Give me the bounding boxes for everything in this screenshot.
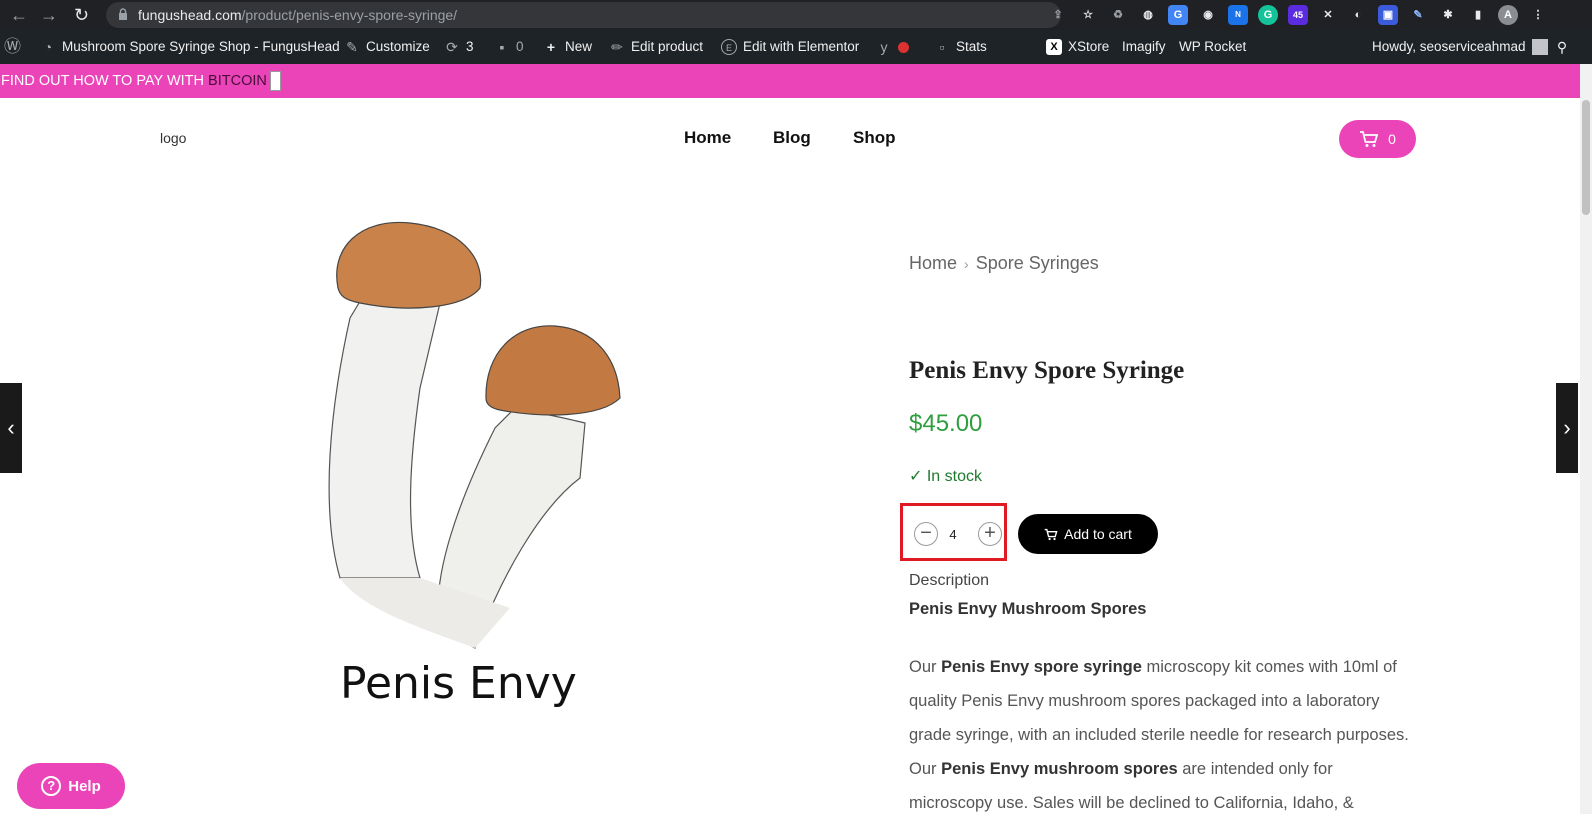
image-caption: Penis Envy bbox=[340, 658, 577, 709]
elementor-icon: E bbox=[721, 39, 737, 55]
extension-icons: ⇪ ☆ ♻ ◍ G ◉ N G 45 ✕ ◐ ▣ ✎ ✱ ▮ A ⋮ bbox=[1048, 5, 1548, 25]
check-icon: ✓ bbox=[909, 468, 923, 485]
new-content-link[interactable]: + New bbox=[543, 30, 592, 64]
grammarly-icon[interactable]: G bbox=[1258, 5, 1278, 25]
imagify-link[interactable]: Imagify bbox=[1122, 30, 1166, 64]
stats-link[interactable]: ▫ Stats bbox=[934, 30, 987, 64]
camera-icon[interactable]: ◉ bbox=[1198, 5, 1218, 25]
admin-search[interactable]: ⚲ bbox=[1554, 30, 1570, 64]
site-name-link[interactable]: ◔ Mushroom Spore Syringe Shop - FungusHea… bbox=[40, 30, 340, 64]
lock-icon bbox=[119, 8, 127, 20]
quantity-minus-button[interactable]: − bbox=[914, 522, 938, 546]
chevron-left-icon: ‹ bbox=[7, 415, 15, 440]
quantity-plus-button[interactable]: + bbox=[978, 522, 1002, 546]
seo-status-dot bbox=[898, 41, 909, 53]
s-extension-icon[interactable]: ◐ bbox=[1348, 5, 1368, 25]
wordpress-icon: Ⓦ bbox=[4, 37, 21, 56]
account-link[interactable]: Howdy, seoserviceahmad bbox=[1372, 30, 1548, 64]
site-logo[interactable]: logo bbox=[160, 130, 186, 146]
wp-logo[interactable]: Ⓦ bbox=[4, 30, 21, 64]
dashboard-icon: ◔ bbox=[43, 39, 53, 55]
product-title: Penis Envy Spore Syringe bbox=[909, 357, 1185, 384]
forward-icon[interactable]: → bbox=[40, 5, 58, 26]
wp-admin-bar: Ⓦ ◔ Mushroom Spore Syringe Shop - FungusH… bbox=[0, 30, 1592, 64]
pen-extension-icon[interactable]: ✎ bbox=[1408, 5, 1428, 25]
chevron-right-icon: › bbox=[1563, 415, 1571, 440]
translate-icon[interactable]: G bbox=[1168, 5, 1188, 25]
scrollbar-thumb[interactable] bbox=[1582, 100, 1590, 215]
browser-toolbar: ← → ↻ fungushead.com/product/penis-envy-… bbox=[0, 0, 1592, 30]
wp-rocket-link[interactable]: WP Rocket bbox=[1179, 30, 1246, 64]
chevron-right-icon: › bbox=[964, 255, 969, 272]
xstore-link[interactable]: X XStore bbox=[1046, 30, 1109, 64]
search-icon: ⚲ bbox=[1556, 39, 1568, 55]
yoast-link[interactable]: y bbox=[876, 30, 909, 64]
breadcrumb-category[interactable]: Spore Syringes bbox=[976, 253, 1099, 274]
star-icon[interactable]: ☆ bbox=[1078, 5, 1098, 25]
brush-icon: ✎ bbox=[346, 39, 358, 55]
user-avatar bbox=[1531, 39, 1548, 55]
description-paragraph: Our Penis Envy spore syringe microscopy … bbox=[909, 658, 1409, 812]
yoast-icon: y bbox=[880, 39, 888, 55]
customize-link[interactable]: ✎ Customize bbox=[344, 30, 430, 64]
profile-avatar[interactable]: A bbox=[1498, 5, 1518, 25]
next-product-arrow[interactable]: › bbox=[1556, 383, 1578, 473]
breadcrumb: Home › Spore Syringes bbox=[909, 253, 1099, 274]
plus-icon: + bbox=[546, 39, 556, 55]
menu-dots-icon[interactable]: ⋮ bbox=[1528, 5, 1548, 25]
prev-product-arrow[interactable]: ‹ bbox=[0, 383, 22, 473]
product-price: $45.00 bbox=[909, 410, 983, 437]
question-icon: ? bbox=[41, 776, 62, 796]
comment-icon: ▪ bbox=[499, 39, 505, 55]
header-cart-button[interactable]: 0 bbox=[1339, 120, 1416, 158]
bitcoin-link[interactable]: BITCOIN bbox=[208, 73, 267, 89]
menu-item-home[interactable]: Home bbox=[684, 128, 731, 148]
sidebar-icon[interactable]: ▮ bbox=[1468, 5, 1488, 25]
url-text: fungushead.com/product/penis-envy-spore-… bbox=[138, 7, 458, 23]
new-extension-icon[interactable]: N bbox=[1228, 5, 1248, 25]
cart-icon bbox=[1360, 131, 1379, 147]
edit-product-link[interactable]: ✏ Edit product bbox=[609, 30, 703, 64]
screen-extension-icon[interactable]: ▣ bbox=[1378, 5, 1398, 25]
pencil-icon: ✏ bbox=[611, 39, 623, 55]
back-icon[interactable]: ← bbox=[10, 5, 28, 26]
stock-status: ✓ In stock bbox=[909, 468, 982, 485]
recycle-icon[interactable]: ♻ bbox=[1108, 5, 1128, 25]
menu-item-blog[interactable]: Blog bbox=[773, 128, 811, 148]
cart-icon bbox=[1044, 528, 1058, 540]
promo-banner: FIND OUT HOW TO PAY WITH BITCOIN bbox=[0, 64, 1580, 98]
menu-item-shop[interactable]: Shop bbox=[853, 128, 896, 148]
puzzle-icon[interactable]: ✱ bbox=[1438, 5, 1458, 25]
xstore-icon: X bbox=[1046, 39, 1062, 55]
comments-link[interactable]: ▪ 0 bbox=[494, 30, 524, 64]
share-icon[interactable]: ⇪ bbox=[1048, 5, 1068, 25]
address-bar[interactable]: fungushead.com/product/penis-envy-spore-… bbox=[106, 2, 1061, 28]
description-heading: Penis Envy Mushroom Spores bbox=[909, 600, 1147, 618]
seo-extension-icon[interactable]: 45 bbox=[1288, 5, 1308, 25]
quantity-input[interactable]: 4 bbox=[945, 527, 961, 542]
broken-image-icon: ▫ bbox=[939, 39, 945, 55]
edit-elementor-link[interactable]: E Edit with Elementor bbox=[721, 30, 859, 64]
globe-icon[interactable]: ◍ bbox=[1138, 5, 1158, 25]
help-button[interactable]: ? Help bbox=[17, 763, 125, 809]
description-tab-label[interactable]: Description bbox=[909, 572, 989, 590]
updates-icon: ⟳ bbox=[446, 39, 458, 55]
updates-link[interactable]: ⟳ 3 bbox=[444, 30, 473, 64]
product-image[interactable]: Penis Envy bbox=[300, 178, 660, 738]
add-to-cart-button[interactable]: Add to cart bbox=[1018, 514, 1158, 554]
reload-icon[interactable]: ↻ bbox=[74, 5, 89, 26]
promo-close-box[interactable] bbox=[269, 71, 281, 92]
dot-extension-icon[interactable]: ✕ bbox=[1318, 5, 1338, 25]
breadcrumb-home[interactable]: Home bbox=[909, 253, 957, 274]
